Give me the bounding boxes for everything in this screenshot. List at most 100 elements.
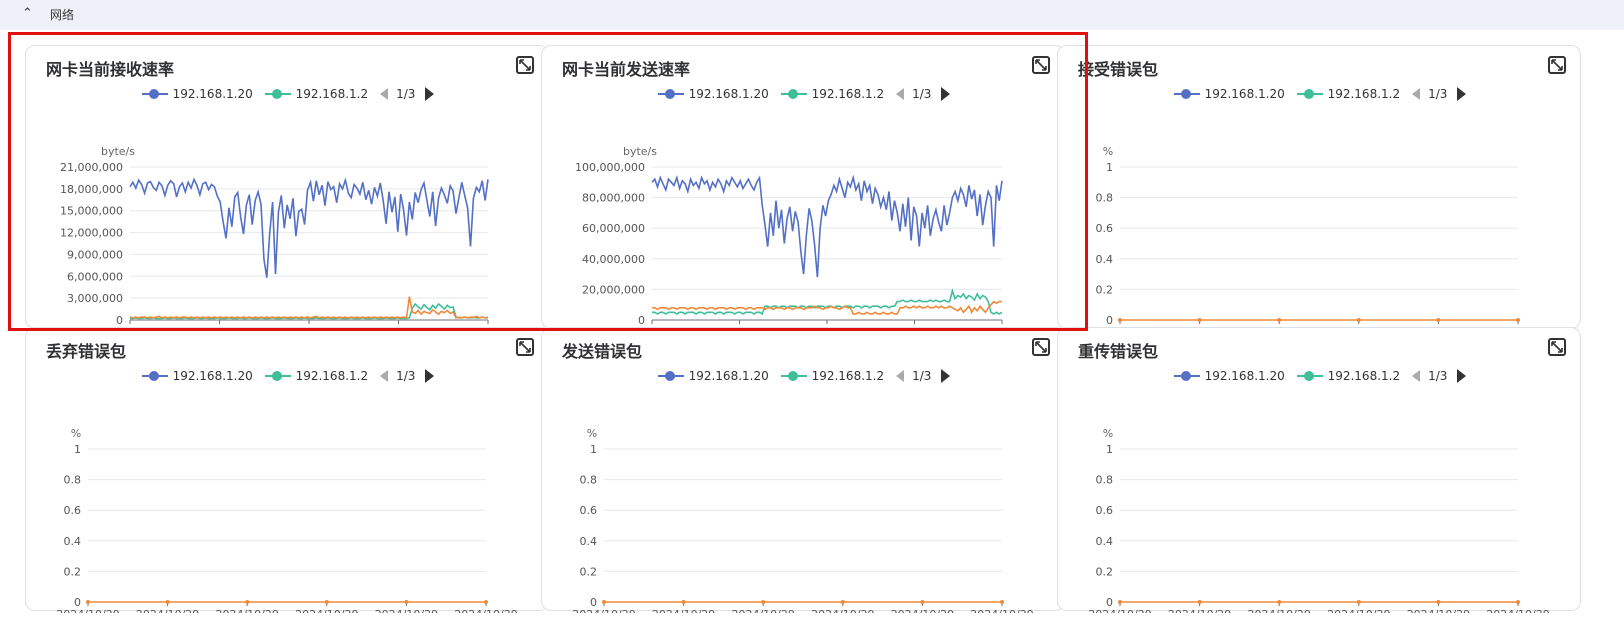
section-header[interactable]: ⌃ 网络 bbox=[0, 0, 1624, 30]
prev-page-icon[interactable] bbox=[896, 370, 905, 382]
expand-icon[interactable] bbox=[1032, 56, 1050, 74]
legend-item[interactable]: 192.168.1.2 bbox=[780, 87, 884, 101]
x-tick-label: 2024/10/2917:45:48 bbox=[1486, 608, 1549, 613]
legend-item[interactable]: 192.168.1.2 bbox=[1296, 87, 1400, 101]
legend-swatch-icon bbox=[657, 87, 684, 101]
legend-label: 192.168.1.2 bbox=[811, 369, 885, 383]
x-tick-label: 2024/10/2917:22:08 bbox=[295, 608, 358, 613]
expand-icon[interactable] bbox=[516, 338, 534, 356]
legend-item[interactable]: 192.168.1.20 bbox=[141, 369, 253, 383]
x-tick-label: 2024/10/2916:58:28 bbox=[136, 608, 199, 613]
expand-icon[interactable] bbox=[516, 56, 534, 74]
data-point bbox=[1118, 318, 1122, 322]
next-page-icon[interactable] bbox=[941, 87, 951, 101]
chart-legend: 192.168.1.20 192.168.1.2 1/3 bbox=[542, 86, 1066, 102]
chart-legend: 192.168.1.20 192.168.1.2 1/3 bbox=[26, 86, 550, 102]
data-point bbox=[165, 600, 170, 604]
y-tick-label: 1 bbox=[74, 443, 81, 456]
chart-legend: 192.168.1.20 192.168.1.2 1/3 bbox=[26, 368, 550, 384]
data-point bbox=[681, 600, 686, 604]
legend-item[interactable]: 192.168.1.20 bbox=[1173, 87, 1285, 101]
legend-label: 192.168.1.20 bbox=[1204, 87, 1285, 101]
y-tick-label: 40,000,000 bbox=[582, 253, 645, 266]
x-tick-label: 2024/10/2917:10:18 bbox=[1247, 608, 1310, 613]
chart-legend: 192.168.1.20 192.168.1.2 1/3 bbox=[1058, 368, 1582, 384]
y-tick-label: 0.2 bbox=[580, 565, 598, 578]
card-title: 网卡当前接收速率 bbox=[46, 60, 175, 79]
x-tick-label: 2024/10/2917:10:18 bbox=[215, 608, 278, 613]
card-title: 网卡当前发送速率 bbox=[562, 60, 691, 79]
legend-swatch-icon bbox=[780, 87, 807, 101]
line-chart: byte/s 21,000,000 18,000,000 15,000,000 12,0… bbox=[60, 145, 520, 331]
legend-item[interactable]: 192.168.1.20 bbox=[657, 87, 769, 101]
legend-swatch-icon bbox=[780, 369, 807, 383]
chart-legend: 192.168.1.20 192.168.1.2 1/3 bbox=[542, 368, 1066, 384]
data-point bbox=[1356, 318, 1361, 322]
data-point bbox=[1000, 600, 1004, 604]
y-tick-label: 21,000,000 bbox=[60, 161, 123, 174]
data-point bbox=[1277, 600, 1282, 604]
expand-icon[interactable] bbox=[1032, 338, 1050, 356]
data-point bbox=[404, 600, 409, 604]
expand-icon[interactable] bbox=[1548, 56, 1566, 74]
x-tick-label: 2024/10/2917:45:48 bbox=[454, 608, 517, 613]
legend-item[interactable]: 192.168.1.20 bbox=[141, 87, 253, 101]
chart-card: 网卡当前发送速率 192.168.1.20 192.168.1.2 1/3 by… bbox=[541, 45, 1066, 331]
y-tick-label: 60,000,000 bbox=[582, 222, 645, 235]
series-line bbox=[652, 300, 1002, 315]
prev-page-icon[interactable] bbox=[896, 88, 905, 100]
card-title: 丢弃错误包 bbox=[46, 342, 127, 361]
legend-pager: 1/3 bbox=[380, 369, 435, 383]
legend-swatch-icon bbox=[141, 87, 168, 101]
y-tick-label: 100,000,000 bbox=[575, 161, 645, 174]
y-tick-label: 0.8 bbox=[1096, 192, 1114, 205]
next-page-icon[interactable] bbox=[1457, 369, 1467, 383]
legend-item[interactable]: 192.168.1.20 bbox=[1173, 369, 1285, 383]
legend-item[interactable]: 192.168.1.2 bbox=[780, 369, 885, 383]
series-line bbox=[129, 177, 489, 278]
y-unit-label: % bbox=[71, 427, 81, 440]
next-page-icon[interactable] bbox=[1457, 87, 1467, 101]
y-unit-label: byte/s bbox=[101, 145, 135, 158]
data-point bbox=[1197, 600, 1202, 604]
prev-page-icon[interactable] bbox=[380, 370, 389, 382]
legend-item[interactable]: 192.168.1.2 bbox=[264, 87, 369, 101]
series-line bbox=[652, 288, 1003, 316]
y-tick-label: 6,000,000 bbox=[67, 270, 123, 283]
legend-label: 192.168.1.2 bbox=[295, 87, 369, 101]
legend-swatch-icon bbox=[1296, 369, 1323, 383]
next-page-icon[interactable] bbox=[425, 87, 435, 101]
legend-pager: 1/3 bbox=[1412, 369, 1467, 383]
expand-icon[interactable] bbox=[1548, 338, 1566, 356]
data-point bbox=[484, 600, 488, 604]
prev-page-icon[interactable] bbox=[1412, 88, 1421, 100]
card-title: 接受错误包 bbox=[1078, 60, 1159, 79]
legend-label: 192.168.1.20 bbox=[172, 87, 253, 101]
data-point bbox=[1277, 318, 1282, 322]
next-page-icon[interactable] bbox=[941, 369, 951, 383]
legend-page: 1/3 bbox=[1428, 87, 1448, 101]
chart-card: 重传错误包 192.168.1.20 192.168.1.2 1/3 % 1 0… bbox=[1057, 327, 1582, 613]
y-tick-label: 1 bbox=[1106, 443, 1113, 456]
x-tick-label: 2024/10/2917:45:48 bbox=[970, 608, 1033, 613]
line-chart: %10.80.60.40.202024/10/2916:46:382024/10… bbox=[1088, 427, 1549, 613]
prev-page-icon[interactable] bbox=[380, 88, 389, 100]
prev-page-icon[interactable] bbox=[1412, 370, 1421, 382]
data-point bbox=[245, 600, 250, 604]
x-tick-label: 2024/10/2916:46:38 bbox=[56, 608, 119, 613]
legend-pager: 1/3 bbox=[1412, 87, 1467, 101]
legend-item[interactable]: 192.168.1.20 bbox=[657, 369, 769, 383]
legend-item[interactable]: 192.168.1.2 bbox=[1296, 369, 1400, 383]
legend-label: 192.168.1.2 bbox=[295, 369, 369, 383]
line-chart: byte/s 100,000,000 80,000,000 60,000,000 40,… bbox=[575, 145, 1034, 331]
x-tick-label: 2024/10/2917:33:58 bbox=[1407, 608, 1470, 613]
legend-page: 1/3 bbox=[912, 87, 932, 101]
legend-pager: 1/3 bbox=[380, 87, 435, 101]
next-page-icon[interactable] bbox=[425, 369, 435, 383]
y-tick-label: 0.6 bbox=[64, 504, 82, 517]
chevron-up-icon[interactable]: ⌃ bbox=[22, 7, 33, 21]
y-tick-label: 0.8 bbox=[1096, 474, 1114, 487]
y-tick-label: 0.6 bbox=[1096, 222, 1114, 235]
legend-item[interactable]: 192.168.1.2 bbox=[264, 369, 369, 383]
y-tick-label: 0.4 bbox=[580, 535, 598, 548]
